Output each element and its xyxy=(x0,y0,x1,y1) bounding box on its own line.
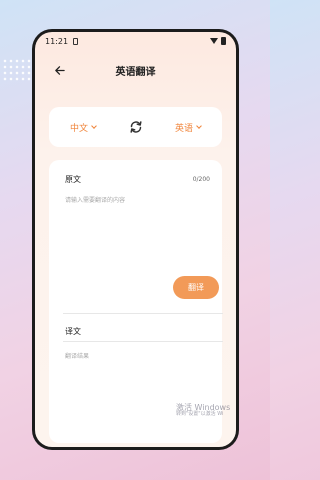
activation-watermark: 激活 Windows 转到"设置"以激活 Wi xyxy=(176,403,230,418)
target-language-label: 英语 xyxy=(174,123,193,134)
swap-languages-button[interactable] xyxy=(128,119,144,135)
sim-card-icon xyxy=(73,37,79,45)
divider xyxy=(63,313,223,314)
chevron-down-icon xyxy=(91,122,97,129)
character-count: 0/200 xyxy=(192,176,210,183)
phone-frame: 11:21 英语翻译 中文 英语 原文 0/200 请输入需要翻译的内容 翻译 … xyxy=(32,29,239,450)
status-bar: 11:21 xyxy=(35,32,236,50)
page-title: 英语翻译 xyxy=(115,67,156,78)
status-time: 11:21 xyxy=(45,36,69,46)
refresh-swap-icon xyxy=(129,121,142,133)
watermark-subtitle: 转到"设置"以激活 Wi xyxy=(176,411,224,418)
status-icons xyxy=(210,37,226,45)
battery-icon xyxy=(221,37,226,45)
translate-button[interactable]: 翻译 xyxy=(173,276,219,299)
target-language-select[interactable]: 英语 xyxy=(174,121,202,134)
language-selector-card: 中文 英语 xyxy=(49,107,222,147)
source-language-select[interactable]: 中文 xyxy=(70,121,97,134)
source-text-label: 原文 xyxy=(65,175,81,184)
app-screen: 11:21 英语翻译 中文 英语 原文 0/200 请输入需要翻译的内容 翻译 … xyxy=(35,32,236,447)
source-language-label: 中文 xyxy=(70,123,89,134)
source-text-input[interactable] xyxy=(65,195,205,265)
decorative-dots xyxy=(2,58,32,82)
result-placeholder: 翻译结果 xyxy=(65,353,90,360)
result-text-label: 译文 xyxy=(65,327,81,336)
title-bar: 英语翻译 xyxy=(35,60,236,80)
chevron-down-icon xyxy=(196,122,202,129)
divider xyxy=(63,341,223,342)
translation-card: 原文 0/200 翻译 译文 翻译结果 xyxy=(49,160,223,443)
wifi-icon xyxy=(210,38,218,44)
